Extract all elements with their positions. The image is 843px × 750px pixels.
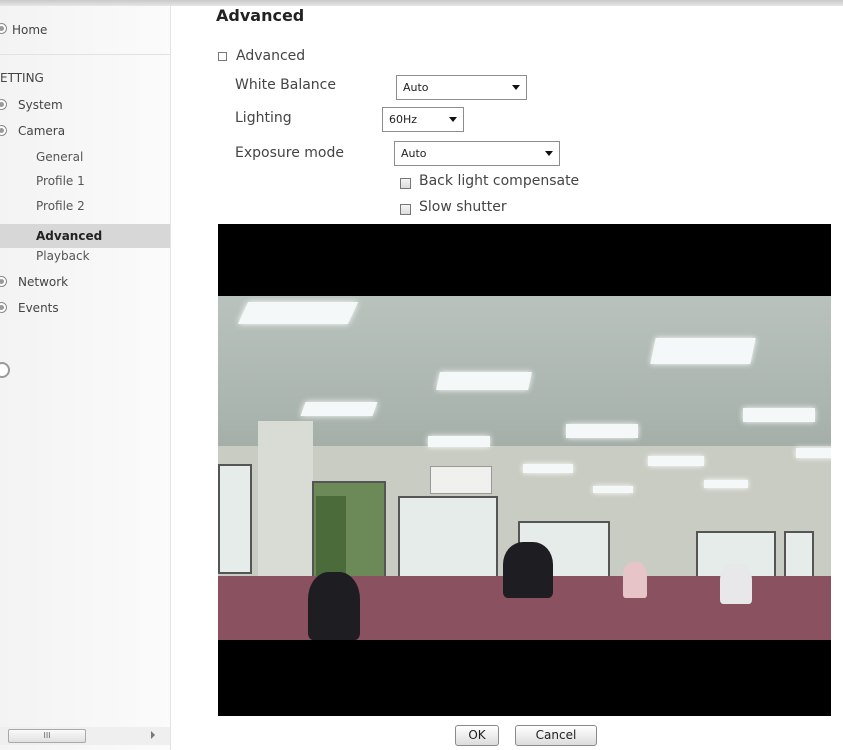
events-icon [0,302,7,313]
back-light-checkbox[interactable] [400,178,411,189]
section-heading: Advanced [236,48,306,64]
camera-icon [0,125,7,136]
person [308,572,360,640]
sidebar-item-home[interactable]: Home [12,23,47,37]
air-conditioner [430,466,492,494]
window [218,464,252,574]
exposure-mode-label: Exposure mode [235,145,344,161]
section-collapse-icon[interactable] [218,52,227,61]
setting-heading: ETTING [0,71,44,85]
sidebar-divider [0,54,170,55]
ceiling-light [237,302,359,324]
horizontal-scrollbar[interactable]: III [0,727,170,745]
person [503,542,553,598]
white-balance-select[interactable]: Auto [396,75,527,100]
scroll-right-arrow-icon[interactable] [151,731,155,739]
ceiling-light [593,486,633,493]
system-icon [0,99,7,110]
ceiling-light [648,456,704,466]
page-title: Advanced [216,6,305,25]
cancel-button[interactable]: Cancel [515,725,597,746]
scrollbar-thumb[interactable]: III [8,729,86,743]
network-icon [0,276,7,287]
white-balance-value: Auto [403,81,429,94]
back-light-label: Back light compensate [419,173,580,189]
exposure-mode-value: Auto [401,147,427,160]
chevron-down-icon [512,85,520,90]
white-balance-label: White Balance [235,77,336,93]
sidebar-item-system[interactable]: System [18,98,63,112]
ceiling-light [796,448,831,458]
ok-button[interactable]: OK [455,725,499,746]
sidebar-item-profile-1[interactable]: Profile 1 [36,174,85,188]
person [720,564,752,604]
camera-image [218,296,831,640]
sidebar: Home ETTING System Camera General Profil… [0,6,171,750]
ceiling-light [300,402,378,416]
exposure-mode-select[interactable]: Auto [394,141,560,166]
sidebar-item-network[interactable]: Network [18,275,68,289]
ceiling-light [704,480,748,488]
person [623,562,647,598]
sidebar-item-profile-2[interactable]: Profile 2 [36,199,85,213]
ceiling-light [743,408,815,422]
slow-shutter-label: Slow shutter [419,199,507,215]
sidebar-item-playback[interactable]: Playback [36,249,90,263]
sidebar-item-general[interactable]: General [36,150,83,164]
sidebar-item-events[interactable]: Events [18,301,59,315]
tree [316,496,346,576]
sidebar-item-camera[interactable]: Camera [18,124,65,138]
ceiling-light [523,464,573,473]
slow-shutter-checkbox[interactable] [400,204,411,215]
chevron-down-icon [545,151,553,156]
lighting-value: 60Hz [389,113,418,126]
help-icon[interactable] [0,362,10,378]
ceiling-light [428,436,490,447]
pillar [258,421,313,596]
video-preview [218,224,831,716]
ceiling-light [650,338,756,364]
ceiling-light [436,372,532,390]
home-icon [0,23,7,34]
chevron-down-icon [449,117,457,122]
lighting-select[interactable]: 60Hz [382,107,464,132]
sidebar-item-advanced[interactable]: Advanced [36,224,102,248]
ceiling-light [566,424,638,438]
lighting-label: Lighting [235,110,292,126]
